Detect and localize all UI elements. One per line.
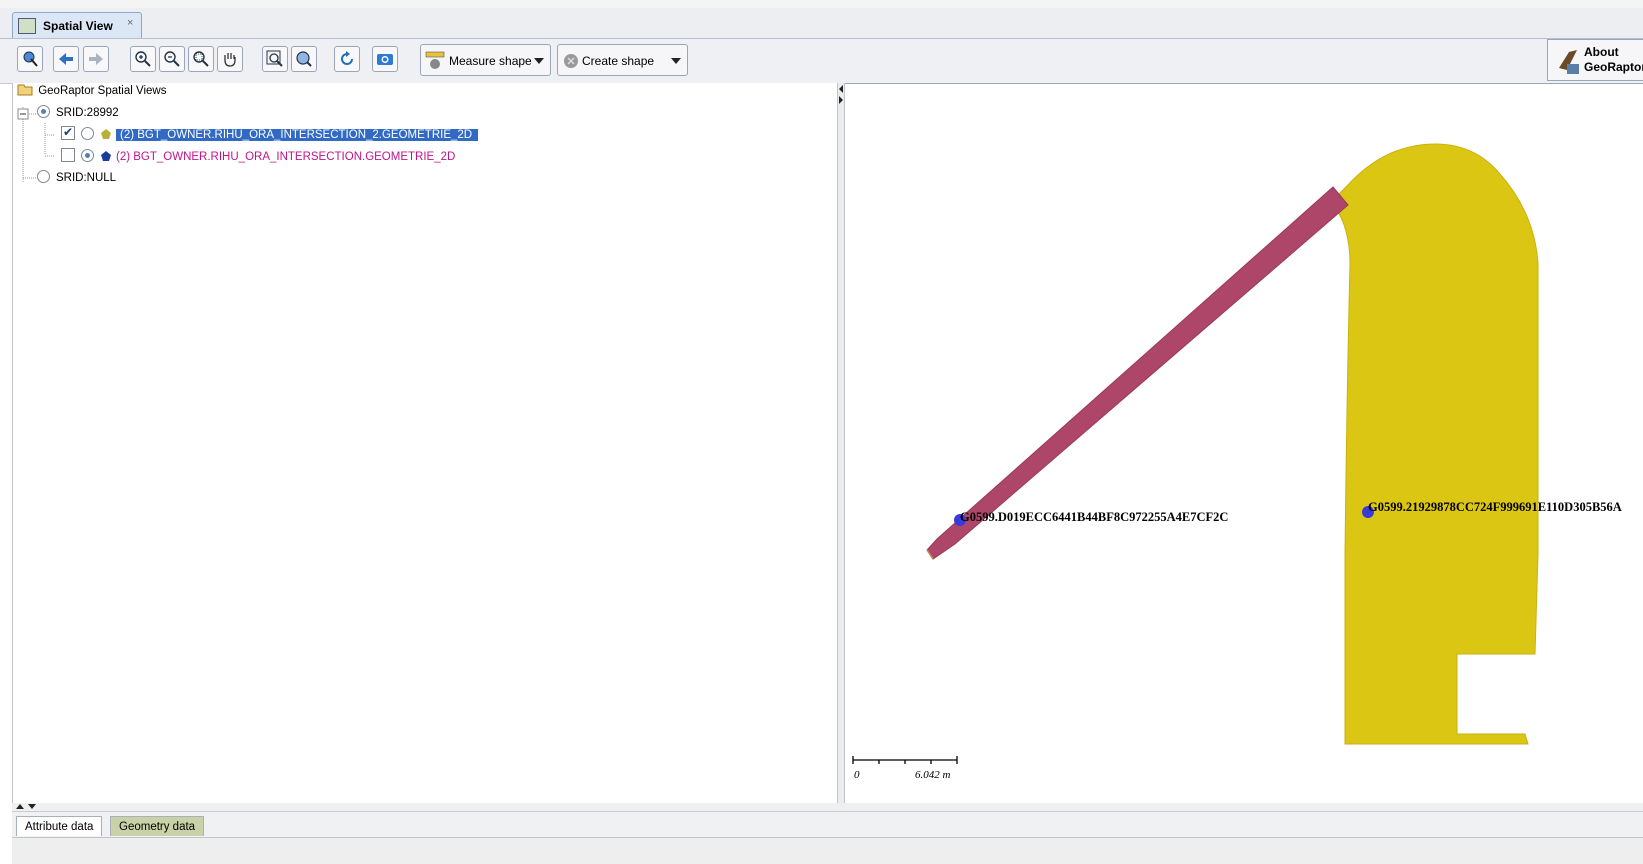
map-drawing: G0599.D019ECC6441B44BF8C972255A4E7CF2C G… xyxy=(852,143,1622,781)
layer-label: (2) BGT_OWNER.RIHU_ORA_INTERSECTION_2.GE… xyxy=(116,129,479,141)
layer-visible-checkbox[interactable] xyxy=(61,148,75,162)
refresh-button[interactable] xyxy=(334,46,360,72)
about-label-line1: About xyxy=(1584,45,1619,59)
scale-value-label: 6.042 m xyxy=(915,769,951,781)
bottom-panel-divider[interactable] xyxy=(12,803,1643,811)
zoom-layer-icon xyxy=(296,51,312,67)
zoom-layer-button[interactable] xyxy=(291,46,317,72)
zoom-full-extent-button[interactable] xyxy=(262,46,288,72)
tree-layer-intersection-2[interactable]: (2) BGT_OWNER.RIHU_ORA_INTERSECTION_2.GE… xyxy=(61,122,479,145)
arrow-right-icon xyxy=(89,53,103,65)
yellow-polygon[interactable] xyxy=(1330,143,1539,745)
arrow-left-icon xyxy=(59,53,73,65)
measure-shape-label: Measure shape xyxy=(449,54,532,68)
folder-open-icon xyxy=(17,84,33,96)
create-shape-label: Create shape xyxy=(582,54,655,68)
layer-label: (2) BGT_OWNER.RIHU_ORA_INTERSECTION.GEOM… xyxy=(116,151,456,163)
measure-shape-dropdown[interactable]: Measure shape xyxy=(420,44,551,76)
tab-label: Spatial View xyxy=(43,19,113,33)
pan-button[interactable] xyxy=(217,46,243,72)
layer-visible-checkbox[interactable] xyxy=(61,122,75,142)
zoom-extent-icon xyxy=(266,50,283,67)
zoom-window-icon xyxy=(193,51,209,67)
srid-label: SRID:28992 xyxy=(56,107,119,119)
tab-geometry-data-label: Geometry data xyxy=(119,821,196,833)
tab-spatial-view[interactable]: Spatial View × xyxy=(12,12,142,39)
document-tab-bar: Spatial View × xyxy=(0,8,1643,39)
identify-button[interactable] xyxy=(17,46,43,72)
zoom-in-button[interactable] xyxy=(130,46,156,72)
hand-pan-icon xyxy=(224,53,236,67)
bottom-tab-bar: Attribute data Geometry data xyxy=(12,811,1643,838)
map-canvas[interactable]: G0599.D019ECC6441B44BF8C972255A4E7CF2C G… xyxy=(845,83,1643,803)
about-label-line2: GeoRaptor xyxy=(1584,60,1643,74)
layer-active-radio[interactable] xyxy=(81,127,94,140)
pane-splitter[interactable] xyxy=(837,83,845,803)
tree-node-srid-28992[interactable]: SRID:28992 xyxy=(37,103,119,123)
point-label-1: G0599.D019ECC6441B44BF8C972255A4E7CF2C xyxy=(960,510,1228,524)
srid-radio[interactable] xyxy=(37,170,50,183)
refresh-icon xyxy=(341,51,353,65)
zoom-window-button[interactable] xyxy=(188,46,214,72)
measure-ruler-icon xyxy=(425,51,445,69)
create-shape-dropdown[interactable]: Create shape xyxy=(557,44,688,76)
identify-icon xyxy=(23,51,38,67)
polygon-layer-icon xyxy=(101,151,111,161)
chevron-down-icon xyxy=(534,58,544,64)
tree-layer-intersection[interactable]: (2) BGT_OWNER.RIHU_ORA_INTERSECTION.GEOM… xyxy=(61,147,455,167)
camera-icon xyxy=(377,54,393,65)
close-tab-icon[interactable]: × xyxy=(127,17,133,29)
layer-active-radio[interactable] xyxy=(81,149,94,162)
forward-button[interactable] xyxy=(83,46,109,72)
srid-label: SRID:NULL xyxy=(56,172,117,184)
tab-attribute-data[interactable]: Attribute data xyxy=(16,816,103,836)
scale-zero-label: 0 xyxy=(854,769,860,781)
polygon-layer-icon xyxy=(101,129,111,139)
about-label: About GeoRaptor xyxy=(1584,45,1643,75)
tree-root-label: GeoRaptor Spatial Views xyxy=(38,85,167,97)
tree-node-srid-null[interactable]: SRID:NULL xyxy=(37,168,116,188)
create-shape-icon xyxy=(564,54,578,68)
expand-collapse-arrows-icon[interactable] xyxy=(14,803,44,811)
tab-attribute-data-label: Attribute data xyxy=(25,821,94,833)
zoom-in-icon xyxy=(135,51,151,67)
map-toolbar: Measure shape Create shape About GeoRapto… xyxy=(0,38,1643,84)
chevron-down-icon xyxy=(671,58,681,64)
spatial-views-tree: GeoRaptor Spatial Views SRID:28992 (2) B… xyxy=(12,83,838,803)
zoom-out-icon xyxy=(164,51,180,67)
scale-bar: 0 6.042 m xyxy=(852,756,958,781)
screenshot-button[interactable] xyxy=(372,46,398,72)
point-label-2: G0599.21929878CC724F999691E110D305B56A xyxy=(1368,500,1622,514)
srid-radio[interactable] xyxy=(37,105,50,118)
tree-root[interactable]: GeoRaptor Spatial Views xyxy=(17,81,166,101)
tab-geometry-data[interactable]: Geometry data xyxy=(110,816,205,836)
pink-polygon[interactable] xyxy=(926,186,1349,560)
about-georaptor-button[interactable]: About GeoRaptor xyxy=(1547,39,1643,81)
back-button[interactable] xyxy=(53,46,79,72)
collapse-arrows-icon[interactable] xyxy=(837,83,845,113)
attribute-data-panel xyxy=(12,837,1643,864)
spatial-view-icon xyxy=(18,18,36,34)
zoom-out-button[interactable] xyxy=(159,46,185,72)
georaptor-logo-icon xyxy=(1559,50,1579,74)
